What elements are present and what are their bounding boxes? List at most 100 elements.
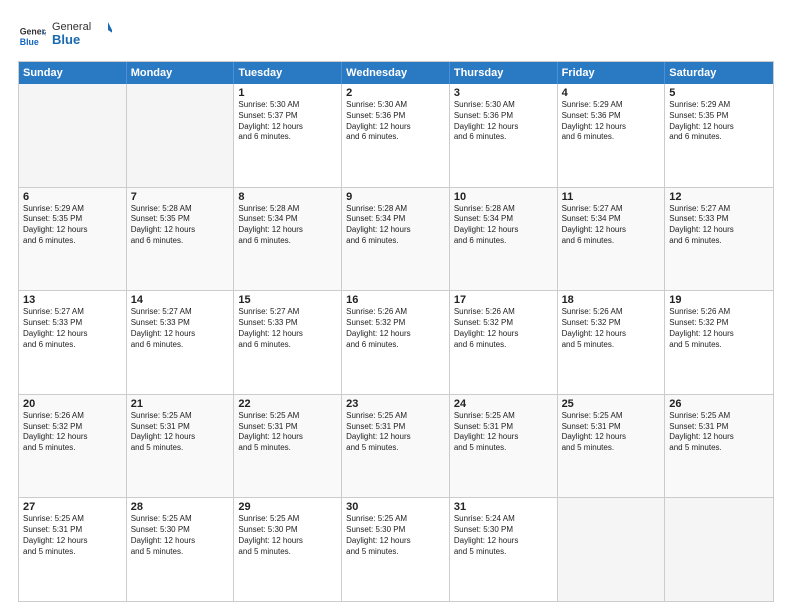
header: General Blue General Blue — [18, 18, 774, 53]
day-number: 22 — [238, 398, 337, 410]
calendar-cell: 8Sunrise: 5:28 AMSunset: 5:34 PMDaylight… — [234, 188, 342, 291]
cell-info: Sunrise: 5:26 AMSunset: 5:32 PMDaylight:… — [669, 307, 769, 350]
day-number: 5 — [669, 87, 769, 99]
logo-icon: General Blue — [18, 22, 46, 50]
day-number: 23 — [346, 398, 445, 410]
calendar-row: 6Sunrise: 5:29 AMSunset: 5:35 PMDaylight… — [19, 187, 773, 291]
day-number: 12 — [669, 191, 769, 203]
svg-text:Blue: Blue — [52, 32, 80, 47]
calendar-cell — [665, 498, 773, 601]
cell-info: Sunrise: 5:27 AMSunset: 5:33 PMDaylight:… — [669, 204, 769, 247]
cell-info: Sunrise: 5:25 AMSunset: 5:30 PMDaylight:… — [238, 514, 337, 557]
day-number: 18 — [562, 294, 661, 306]
calendar-cell: 23Sunrise: 5:25 AMSunset: 5:31 PMDayligh… — [342, 395, 450, 498]
calendar-row: 27Sunrise: 5:25 AMSunset: 5:31 PMDayligh… — [19, 497, 773, 601]
calendar-cell: 30Sunrise: 5:25 AMSunset: 5:30 PMDayligh… — [342, 498, 450, 601]
logo-svg: General Blue — [52, 18, 112, 48]
day-number: 4 — [562, 87, 661, 99]
cell-info: Sunrise: 5:30 AMSunset: 5:36 PMDaylight:… — [346, 100, 445, 143]
cell-info: Sunrise: 5:28 AMSunset: 5:34 PMDaylight:… — [238, 204, 337, 247]
calendar-cell: 14Sunrise: 5:27 AMSunset: 5:33 PMDayligh… — [127, 291, 235, 394]
calendar-cell: 31Sunrise: 5:24 AMSunset: 5:30 PMDayligh… — [450, 498, 558, 601]
day-number: 3 — [454, 87, 553, 99]
calendar-cell: 18Sunrise: 5:26 AMSunset: 5:32 PMDayligh… — [558, 291, 666, 394]
day-number: 26 — [669, 398, 769, 410]
cell-info: Sunrise: 5:25 AMSunset: 5:30 PMDaylight:… — [131, 514, 230, 557]
calendar-cell: 25Sunrise: 5:25 AMSunset: 5:31 PMDayligh… — [558, 395, 666, 498]
calendar-cell — [558, 498, 666, 601]
calendar-cell: 17Sunrise: 5:26 AMSunset: 5:32 PMDayligh… — [450, 291, 558, 394]
calendar-cell: 29Sunrise: 5:25 AMSunset: 5:30 PMDayligh… — [234, 498, 342, 601]
weekday-header: Wednesday — [342, 62, 450, 84]
cell-info: Sunrise: 5:26 AMSunset: 5:32 PMDaylight:… — [346, 307, 445, 350]
cell-info: Sunrise: 5:30 AMSunset: 5:36 PMDaylight:… — [454, 100, 553, 143]
cell-info: Sunrise: 5:27 AMSunset: 5:34 PMDaylight:… — [562, 204, 661, 247]
calendar-header: SundayMondayTuesdayWednesdayThursdayFrid… — [19, 62, 773, 84]
calendar-cell: 20Sunrise: 5:26 AMSunset: 5:32 PMDayligh… — [19, 395, 127, 498]
day-number: 9 — [346, 191, 445, 203]
cell-info: Sunrise: 5:28 AMSunset: 5:34 PMDaylight:… — [454, 204, 553, 247]
cell-info: Sunrise: 5:24 AMSunset: 5:30 PMDaylight:… — [454, 514, 553, 557]
calendar-cell — [127, 84, 235, 187]
cell-info: Sunrise: 5:25 AMSunset: 5:31 PMDaylight:… — [454, 411, 553, 454]
cell-info: Sunrise: 5:25 AMSunset: 5:31 PMDaylight:… — [238, 411, 337, 454]
day-number: 2 — [346, 87, 445, 99]
day-number: 13 — [23, 294, 122, 306]
cell-info: Sunrise: 5:29 AMSunset: 5:35 PMDaylight:… — [23, 204, 122, 247]
cell-info: Sunrise: 5:29 AMSunset: 5:35 PMDaylight:… — [669, 100, 769, 143]
calendar-cell: 12Sunrise: 5:27 AMSunset: 5:33 PMDayligh… — [665, 188, 773, 291]
calendar-cell: 9Sunrise: 5:28 AMSunset: 5:34 PMDaylight… — [342, 188, 450, 291]
calendar-cell: 2Sunrise: 5:30 AMSunset: 5:36 PMDaylight… — [342, 84, 450, 187]
calendar-cell: 19Sunrise: 5:26 AMSunset: 5:32 PMDayligh… — [665, 291, 773, 394]
calendar-row: 13 Sunrise: 5:27 AMSunset: 5:33 PMDayligh… — [19, 290, 773, 394]
calendar-row: 20Sunrise: 5:26 AMSunset: 5:32 PMDayligh… — [19, 394, 773, 498]
day-number: 15 — [238, 294, 337, 306]
day-number: 19 — [669, 294, 769, 306]
calendar-cell: 7Sunrise: 5:28 AMSunset: 5:35 PMDaylight… — [127, 188, 235, 291]
cell-info: Sunrise: 5:29 AMSunset: 5:36 PMDaylight:… — [562, 100, 661, 143]
day-number: 1 — [238, 87, 337, 99]
cell-info: Sunrise: 5:25 AMSunset: 5:31 PMDaylight:… — [562, 411, 661, 454]
page: General Blue General Blue SundayMondayTu… — [0, 0, 792, 612]
cell-info: Sunrise: 5:25 AMSunset: 5:31 PMDaylight:… — [346, 411, 445, 454]
calendar-cell: 1Sunrise: 5:30 AMSunset: 5:37 PMDaylight… — [234, 84, 342, 187]
weekday-header: Thursday — [450, 62, 558, 84]
day-number: 6 — [23, 191, 122, 203]
calendar-cell: 6Sunrise: 5:29 AMSunset: 5:35 PMDaylight… — [19, 188, 127, 291]
calendar-cell: 3Sunrise: 5:30 AMSunset: 5:36 PMDaylight… — [450, 84, 558, 187]
svg-text:General: General — [20, 26, 46, 36]
day-number: 30 — [346, 501, 445, 513]
calendar-body: 1Sunrise: 5:30 AMSunset: 5:37 PMDaylight… — [19, 84, 773, 601]
calendar-cell: 22Sunrise: 5:25 AMSunset: 5:31 PMDayligh… — [234, 395, 342, 498]
weekday-header: Tuesday — [234, 62, 342, 84]
weekday-header: Sunday — [19, 62, 127, 84]
day-number: 28 — [131, 501, 230, 513]
cell-info: Sunrise: 5:25 AMSunset: 5:31 PMDaylight:… — [23, 514, 122, 557]
calendar-cell: 4Sunrise: 5:29 AMSunset: 5:36 PMDaylight… — [558, 84, 666, 187]
calendar-cell: 21Sunrise: 5:25 AMSunset: 5:31 PMDayligh… — [127, 395, 235, 498]
day-number: 21 — [131, 398, 230, 410]
day-number: 7 — [131, 191, 230, 203]
cell-info: Sunrise: 5:27 AMSunset: 5:33 PMDaylight:… — [131, 307, 230, 350]
logo: General Blue General Blue — [18, 18, 112, 53]
day-number: 17 — [454, 294, 553, 306]
weekday-header: Monday — [127, 62, 235, 84]
cell-info: Sunrise: 5:26 AMSunset: 5:32 PMDaylight:… — [23, 411, 122, 454]
day-number: 31 — [454, 501, 553, 513]
svg-text:Blue: Blue — [20, 36, 39, 46]
calendar-cell: 10Sunrise: 5:28 AMSunset: 5:34 PMDayligh… — [450, 188, 558, 291]
day-number: 25 — [562, 398, 661, 410]
calendar-cell: 5Sunrise: 5:29 AMSunset: 5:35 PMDaylight… — [665, 84, 773, 187]
calendar-cell: 28Sunrise: 5:25 AMSunset: 5:30 PMDayligh… — [127, 498, 235, 601]
day-number: 16 — [346, 294, 445, 306]
cell-info: Sunrise: 5:26 AMSunset: 5:32 PMDaylight:… — [454, 307, 553, 350]
day-number: 11 — [562, 191, 661, 203]
calendar-cell: 13Sunrise: 5:27 AMSunset: 5:33 PMDayligh… — [19, 291, 127, 394]
cell-info: Sunrise: 5:28 AMSunset: 5:34 PMDaylight:… — [346, 204, 445, 247]
cell-info: Sunrise: 5:30 AMSunset: 5:37 PMDaylight:… — [238, 100, 337, 143]
calendar-row: 1Sunrise: 5:30 AMSunset: 5:37 PMDaylight… — [19, 84, 773, 187]
calendar-cell: 15Sunrise: 5:27 AMSunset: 5:33 PMDayligh… — [234, 291, 342, 394]
day-number: 24 — [454, 398, 553, 410]
day-number: 29 — [238, 501, 337, 513]
cell-info: Sunrise: 5:25 AMSunset: 5:31 PMDaylight:… — [669, 411, 769, 454]
